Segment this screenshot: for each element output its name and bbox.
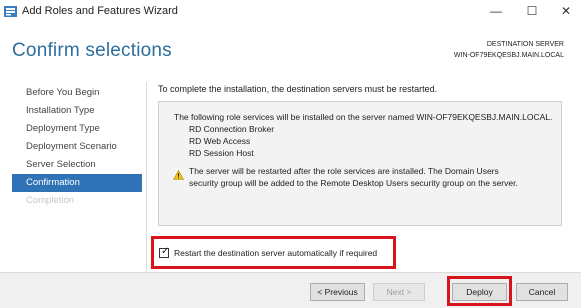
restart-checkbox-label[interactable]: Restart the destination server automatic…: [174, 248, 377, 258]
destination-server-value: WIN-OF79EKQESBJ.MAIN.LOCAL: [453, 52, 564, 59]
summary-heading: The following role services will be inst…: [174, 112, 553, 122]
close-button[interactable]: ✕: [549, 0, 581, 22]
checkmark-icon: ✓: [161, 246, 170, 257]
nav-item-installation-type[interactable]: Installation Type: [12, 102, 142, 120]
restart-option-highlight: ✓ Restart the destination server automat…: [151, 236, 396, 269]
confirmation-summary-box: The following role services will be inst…: [158, 101, 562, 226]
destination-server-label: DESTINATION SERVER: [486, 41, 564, 48]
service-item: RD Connection Broker: [189, 124, 275, 134]
restart-checkbox[interactable]: ✓: [159, 246, 170, 258]
cancel-button[interactable]: Cancel: [516, 283, 568, 301]
title-bar: Add Roles and Features Wizard — ☐ ✕: [0, 0, 581, 24]
window-title: Add Roles and Features Wizard: [22, 5, 178, 17]
nav-item-deployment-scenario[interactable]: Deployment Scenario: [12, 138, 142, 156]
page-title: Confirm selections: [12, 40, 172, 61]
wizard-footer: < Previous Next > Deploy Cancel: [0, 272, 581, 308]
nav-item-completion: Completion: [26, 195, 75, 206]
nav-item-confirmation[interactable]: Confirmation: [12, 174, 142, 192]
minimize-button[interactable]: —: [479, 0, 513, 22]
previous-button[interactable]: < Previous: [310, 283, 365, 301]
wizard-nav: Before You Begin Installation Type Deplo…: [12, 84, 142, 210]
deploy-button[interactable]: Deploy: [452, 283, 507, 301]
server-manager-icon: [4, 6, 17, 17]
restart-notice: To complete the installation, the destin…: [158, 84, 438, 94]
service-item: RD Session Host: [189, 148, 254, 158]
maximize-button[interactable]: ☐: [515, 0, 549, 22]
nav-item-before-you-begin[interactable]: Before You Begin: [12, 84, 142, 102]
warning-triangle-icon: [173, 170, 184, 180]
next-button[interactable]: Next >: [373, 283, 425, 301]
service-item: RD Web Access: [189, 136, 251, 146]
nav-item-server-selection[interactable]: Server Selection: [12, 156, 142, 174]
nav-item-deployment-type[interactable]: Deployment Type: [12, 120, 142, 138]
warning-text: The server will be restarted after the r…: [189, 166, 518, 188]
